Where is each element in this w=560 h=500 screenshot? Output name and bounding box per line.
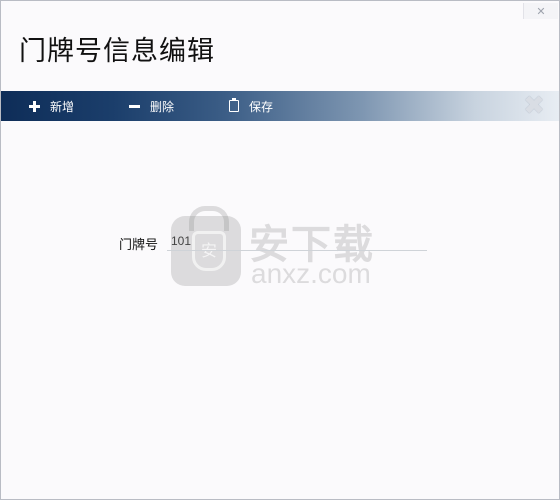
watermark-text-en: anxz.com	[251, 258, 371, 289]
add-button-label: 新增	[50, 99, 75, 114]
save-button[interactable]: 保存	[229, 91, 273, 121]
close-icon: ✕	[536, 4, 546, 18]
watermark-bag-icon	[171, 206, 241, 286]
plus-icon	[29, 100, 40, 112]
house-number-label: 门牌号	[119, 238, 159, 253]
dialog-window: ✕ 门牌号信息编辑 新增 删除 保存 ✖ 安 安下载 anxz.com 门牌号	[0, 0, 560, 500]
minus-icon	[129, 104, 140, 108]
delete-button[interactable]: 删除	[129, 91, 174, 121]
page-title: 门牌号信息编辑	[19, 36, 215, 67]
add-button[interactable]: 新增	[29, 91, 74, 121]
clipboard-icon	[229, 98, 239, 112]
close-x-icon: ✖	[523, 91, 545, 121]
save-button-label: 保存	[249, 99, 274, 114]
delete-button-label: 删除	[150, 99, 175, 114]
toolbar-close-button[interactable]: ✖	[521, 93, 547, 119]
house-number-input[interactable]	[167, 232, 427, 251]
window-close-button[interactable]: ✕	[523, 3, 558, 19]
toolbar: 新增 删除 保存 ✖	[1, 91, 559, 121]
